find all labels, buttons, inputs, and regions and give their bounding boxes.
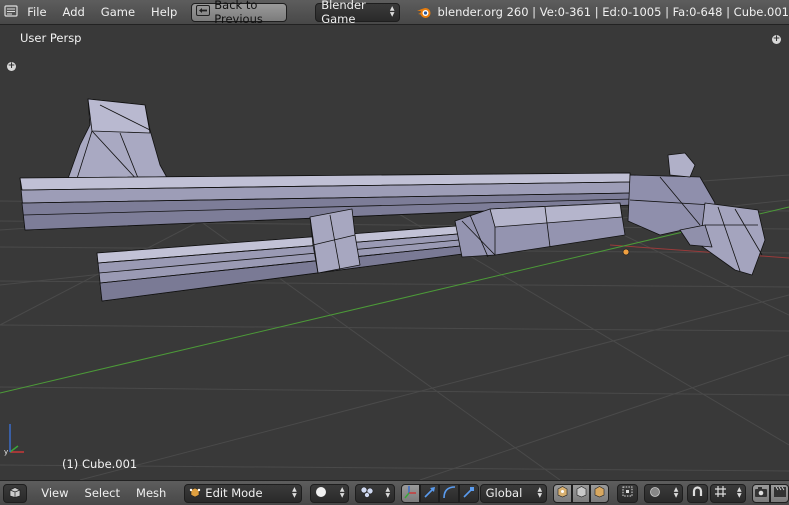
rotate-toggle[interactable] — [439, 483, 459, 503]
scale-icon — [462, 485, 476, 502]
viewport-scene — [0, 98, 789, 480]
clapper-icon — [773, 486, 787, 501]
scale-toggle[interactable] — [458, 483, 479, 503]
back-to-previous-button[interactable]: Back to Previous — [191, 0, 288, 26]
properties-panel-toggle-icon[interactable]: + — [772, 35, 781, 44]
editor-type-button[interactable] — [3, 3, 19, 22]
tool-shelf-toggle-icon[interactable]: + — [7, 62, 16, 71]
snap-updown-icon: ▲ ▼ — [737, 486, 742, 499]
info-icon — [4, 4, 18, 20]
menu-mesh[interactable]: Mesh — [128, 486, 174, 500]
menu-help[interactable]: Help — [143, 5, 185, 19]
proportional-updown-icon: ▲ ▼ — [673, 486, 679, 499]
menu-game[interactable]: Game — [93, 5, 143, 19]
menu-select[interactable]: Select — [77, 486, 128, 500]
render-animation-button[interactable] — [770, 483, 789, 503]
magnet-icon — [691, 485, 704, 501]
back-to-previous-label: Back to Previous — [214, 0, 263, 26]
render-engine-label: Blender Game — [321, 0, 366, 26]
axis-gizmo-icon: y — [4, 420, 28, 459]
mesh-shotgun — [19, 98, 766, 302]
manipulator-icon — [403, 485, 417, 502]
manipulator-toggle[interactable] — [401, 483, 420, 503]
transform-orientation-select[interactable]: Global ▲ ▼ — [479, 483, 548, 503]
occlude-geometry-icon — [621, 485, 634, 501]
menu-file[interactable]: File — [19, 5, 54, 19]
occlude-geometry-toggle[interactable] — [617, 483, 638, 503]
solid-sphere-icon — [315, 486, 327, 501]
info-header: File Add Game Help Back to Previous Blen… — [0, 0, 789, 26]
vertex-select-icon — [556, 485, 569, 501]
mode-label: Edit Mode — [205, 486, 263, 500]
mode-updown-icon: ▲ ▼ — [292, 486, 297, 499]
snap-increment-icon — [714, 485, 727, 501]
blender-logo-icon — [416, 3, 432, 21]
screen-back-icon — [196, 5, 211, 19]
active-object-label: (1) Cube.001 — [62, 457, 138, 471]
edit-mode-icon — [189, 486, 201, 501]
camera-icon — [754, 486, 768, 501]
face-select-icon — [593, 485, 606, 501]
render-still-button[interactable] — [751, 483, 771, 503]
edge-select-toggle[interactable] — [571, 483, 591, 503]
rotate-arc-icon — [442, 485, 456, 502]
pivot-point-icon — [360, 486, 374, 501]
view3d-icon — [8, 486, 22, 501]
menu-add[interactable]: Add — [55, 5, 93, 19]
menu-view[interactable]: View — [33, 486, 76, 500]
mode-select[interactable]: Edit Mode ▲ ▼ — [184, 483, 302, 503]
pivot-updown-icon: ▲ ▼ — [385, 486, 391, 499]
face-select-toggle[interactable] — [590, 483, 610, 503]
svg-text:y: y — [4, 448, 8, 456]
render-engine-select[interactable]: Blender Game ▲ ▼ — [315, 0, 400, 26]
view-name-label: User Persp — [20, 31, 82, 45]
translate-toggle[interactable] — [419, 483, 440, 503]
edge-select-icon — [575, 485, 588, 501]
viewport-shading-select[interactable]: ▲ ▼ — [309, 483, 350, 503]
updown-arrows-icon: ▲ ▼ — [389, 5, 395, 18]
orientation-updown-icon: ▲ ▼ — [537, 486, 543, 499]
proportional-edit-icon — [649, 486, 661, 501]
snap-toggle[interactable] — [687, 483, 708, 503]
translate-arrow-icon — [423, 485, 437, 502]
orientation-label: Global — [485, 486, 523, 500]
editor-type-3d-button[interactable] — [3, 483, 28, 503]
pivot-point-select[interactable]: ▲ ▼ — [355, 483, 396, 503]
vertex-select-toggle[interactable] — [553, 483, 572, 503]
3d-viewport[interactable]: User Persp + + y (1) Cube.001 — [0, 25, 789, 480]
object-origin — [622, 248, 630, 256]
shading-updown-icon: ▲ ▼ — [339, 486, 345, 499]
3d-view-header: View Select Mesh Edit Mode ▲ ▼ ▲ ▼ ▲ ▼ G… — [0, 480, 789, 505]
scene-stats: blender.org 260 | Ve:0-361 | Ed:0-1005 |… — [437, 5, 789, 19]
proportional-edit-select[interactable]: ▲ ▼ — [643, 483, 684, 503]
snap-element-select[interactable]: ▲ ▼ — [709, 483, 746, 503]
